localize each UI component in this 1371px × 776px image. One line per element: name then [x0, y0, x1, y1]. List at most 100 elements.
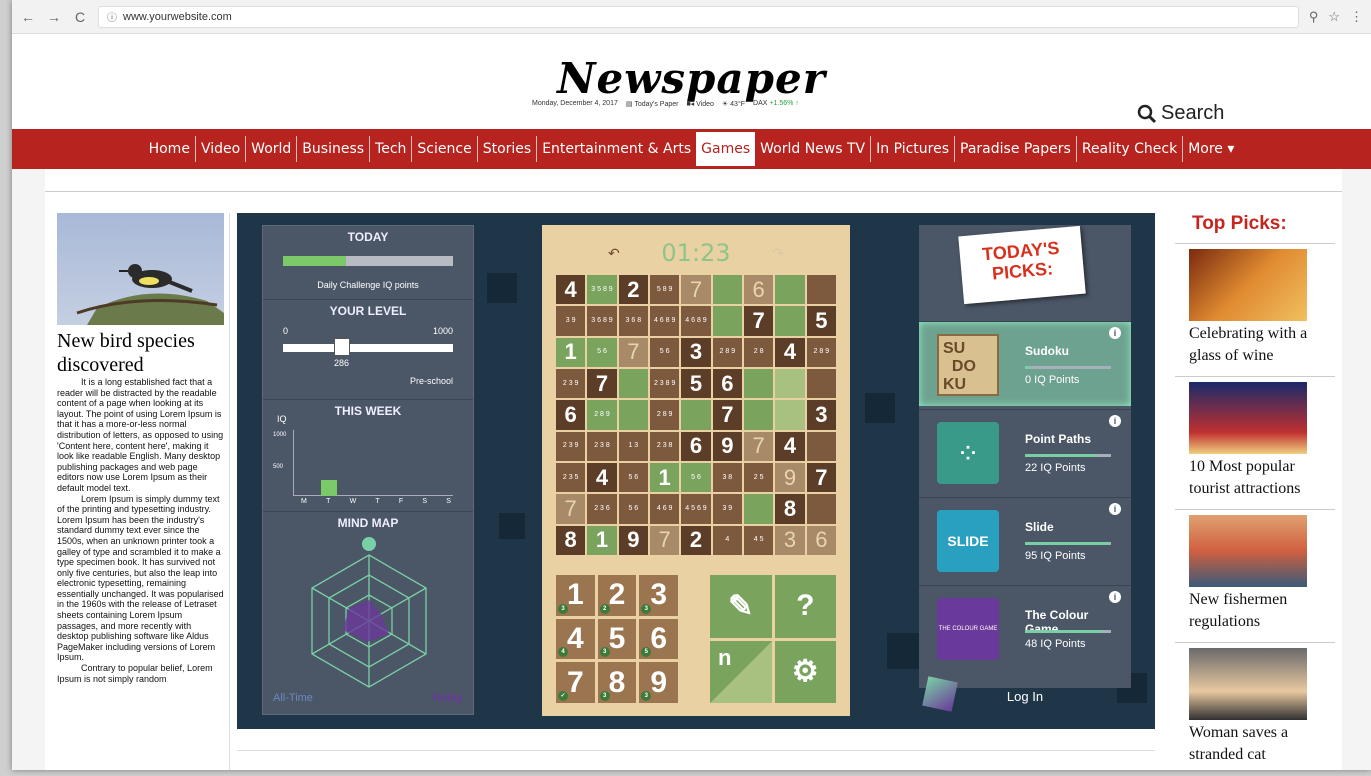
story-image[interactable]: [1189, 382, 1307, 454]
sudoku-cell[interactable]: [806, 275, 836, 305]
nav-item-paradise-papers[interactable]: Paradise Papers: [954, 136, 1076, 162]
sidebar-story[interactable]: Celebrating with a glass of wine: [1175, 244, 1335, 377]
sudoku-cell[interactable]: 5: [681, 369, 711, 399]
sudoku-cell[interactable]: 5 6: [650, 337, 680, 367]
sudoku-cell[interactable]: 7: [681, 275, 711, 305]
sudoku-cell[interactable]: 2 3 8: [587, 431, 617, 461]
sudoku-cell[interactable]: 5 6: [618, 463, 648, 493]
nav-item-games[interactable]: Games: [696, 132, 756, 166]
pencil-button[interactable]: ✎: [710, 575, 772, 638]
sudoku-cell[interactable]: 4 5 6 9: [681, 494, 711, 524]
sudoku-cell[interactable]: 4: [587, 463, 617, 493]
sudoku-cell[interactable]: 2: [681, 525, 711, 555]
sudoku-cell[interactable]: 5: [806, 306, 836, 336]
forward-icon[interactable]: →: [46, 9, 62, 25]
sudoku-cell[interactable]: 7: [744, 306, 774, 336]
nav-item-business[interactable]: Business: [296, 136, 369, 162]
sudoku-cell[interactable]: 3: [775, 525, 805, 555]
sudoku-cell[interactable]: [681, 400, 711, 430]
sudoku-cell[interactable]: [806, 494, 836, 524]
sidebar-story[interactable]: 10 Most popular tourist attractions: [1175, 377, 1335, 510]
number-button-6[interactable]: 65: [639, 618, 678, 660]
sudoku-cell[interactable]: 2 3 9: [556, 369, 586, 399]
login-button[interactable]: Log In: [919, 675, 1131, 715]
sudoku-cell[interactable]: 1: [556, 337, 586, 367]
pick-slide[interactable]: SLIDE Slide 95 IQ Points i: [919, 497, 1131, 582]
sudoku-cell[interactable]: 5 8 9: [650, 275, 680, 305]
sudoku-cell[interactable]: 2 3 8 9: [650, 369, 680, 399]
url-input[interactable]: ⓘ www.yourwebsite.com: [98, 5, 1299, 28]
site-logo[interactable]: Newspaper: [12, 54, 1371, 103]
sudoku-cell[interactable]: 4 6 8 9: [681, 306, 711, 336]
settings-button[interactable]: ⚙: [774, 640, 836, 703]
today-toggle[interactable]: Today: [431, 692, 463, 704]
nav-item-world[interactable]: World: [245, 136, 296, 162]
sudoku-cell[interactable]: 7: [556, 494, 586, 524]
sidebar-story[interactable]: New fishermen regulations: [1175, 510, 1335, 643]
article-title[interactable]: New bird species discovered: [57, 329, 225, 377]
sudoku-cell[interactable]: 4: [556, 275, 586, 305]
sudoku-cell[interactable]: 3 6 8 9: [587, 306, 617, 336]
info-icon[interactable]: i: [1109, 503, 1121, 515]
sudoku-cell[interactable]: 8: [556, 525, 586, 555]
nav-item-stories[interactable]: Stories: [476, 136, 537, 162]
redo-icon[interactable]: ↷: [772, 245, 784, 262]
sudoku-cell[interactable]: [775, 400, 805, 430]
sudoku-cell[interactable]: 2 8 9: [650, 400, 680, 430]
sudoku-cell[interactable]: [744, 400, 774, 430]
sudoku-cell[interactable]: 4: [712, 525, 742, 555]
search-button[interactable]: Search: [1137, 102, 1224, 125]
number-button-3[interactable]: 33: [639, 575, 678, 616]
sudoku-cell[interactable]: 4 5: [744, 525, 774, 555]
story-image[interactable]: [1189, 648, 1307, 720]
sudoku-cell[interactable]: [806, 369, 836, 399]
sudoku-cell[interactable]: 2: [618, 275, 648, 305]
nav-item-more[interactable]: More ▾: [1182, 136, 1239, 162]
sudoku-cell[interactable]: 4: [775, 431, 805, 461]
sudoku-cell[interactable]: 8: [775, 494, 805, 524]
bird-image[interactable]: [57, 213, 224, 325]
sudoku-cell[interactable]: 4 6 9: [650, 494, 680, 524]
bookmark-star-icon[interactable]: ☆: [1328, 9, 1340, 25]
sudoku-cell[interactable]: 4: [775, 337, 805, 367]
number-button-2[interactable]: 22: [597, 575, 637, 616]
sudoku-cell[interactable]: 3 5 8 9: [587, 275, 617, 305]
sudoku-cell[interactable]: [712, 306, 742, 336]
nav-item-tech[interactable]: Tech: [369, 136, 411, 162]
sudoku-cell[interactable]: 6: [556, 400, 586, 430]
number-button-1[interactable]: 13: [556, 575, 595, 616]
sudoku-cell[interactable]: 6: [712, 369, 742, 399]
sudoku-cell[interactable]: 7: [587, 369, 617, 399]
sudoku-cell[interactable]: [744, 369, 774, 399]
sudoku-cell[interactable]: [618, 369, 648, 399]
pick-point-paths[interactable]: ⁘ Point Paths 22 IQ Points i: [919, 409, 1131, 494]
zoom-icon[interactable]: ⚲: [1309, 9, 1319, 25]
nav-item-science[interactable]: Science: [411, 136, 476, 162]
all-time-toggle[interactable]: All-Time: [273, 692, 313, 704]
sudoku-cell[interactable]: 2 5: [744, 463, 774, 493]
sudoku-cell[interactable]: 2 3 6: [587, 494, 617, 524]
sudoku-cell[interactable]: 6: [806, 525, 836, 555]
sudoku-cell[interactable]: 7: [806, 463, 836, 493]
sudoku-cell[interactable]: 3 8: [712, 463, 742, 493]
sudoku-cell[interactable]: 2 8: [744, 337, 774, 367]
sudoku-cell[interactable]: 9: [775, 463, 805, 493]
story-title[interactable]: New fishermen regulations: [1189, 589, 1335, 633]
notes-button[interactable]: n: [710, 640, 772, 703]
video-link[interactable]: ■◂ Video: [686, 100, 713, 108]
reload-icon[interactable]: C: [72, 9, 88, 25]
number-button-7[interactable]: 7 ✓: [556, 662, 595, 703]
sudoku-cell[interactable]: 3: [681, 337, 711, 367]
hint-button[interactable]: ?: [774, 575, 836, 638]
sudoku-cell[interactable]: 2 8 9: [587, 400, 617, 430]
pick-sudoku[interactable]: SU DO KU Sudoku 0 IQ Points i: [919, 321, 1131, 406]
sudoku-cell[interactable]: [712, 275, 742, 305]
info-icon[interactable]: i: [1109, 327, 1121, 339]
sudoku-cell[interactable]: 5 6: [587, 337, 617, 367]
sudoku-cell[interactable]: 2 8 9: [806, 337, 836, 367]
sudoku-cell[interactable]: 3 9: [556, 306, 586, 336]
nav-item-reality-check[interactable]: Reality Check: [1075, 136, 1182, 162]
sudoku-cell[interactable]: 2 3 8: [650, 431, 680, 461]
number-button-9[interactable]: 93: [639, 662, 678, 703]
back-icon[interactable]: ←: [20, 9, 36, 25]
